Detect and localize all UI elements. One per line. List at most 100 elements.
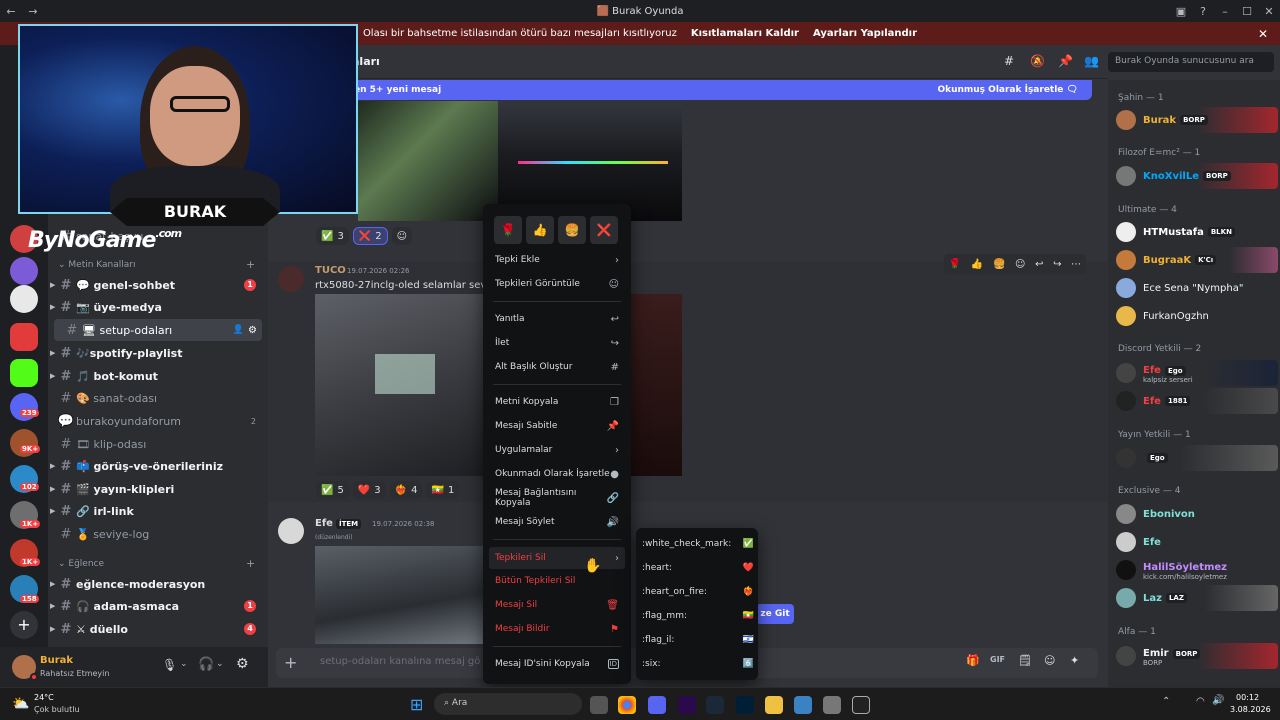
- chevron-down-icon[interactable]: ⌄: [180, 659, 188, 669]
- app-icon[interactable]: [794, 696, 812, 714]
- channel-uye-medya[interactable]: ▶ # 📷 üye-medya: [48, 296, 268, 318]
- mute-icon[interactable]: 🔕: [1030, 54, 1045, 68]
- composer-input[interactable]: setup-odaları kanalına mesaj gö: [320, 656, 480, 667]
- headphones-icon[interactable]: 🎧: [198, 657, 214, 672]
- menu-item-delete-message[interactable]: Mesajı Sil 🗑: [489, 594, 625, 616]
- thumbs-up-icon[interactable]: 👍: [971, 259, 983, 270]
- back-arrow-icon[interactable]: ←: [0, 0, 22, 22]
- attachment-image[interactable]: [358, 101, 498, 221]
- channel-seviye-log[interactable]: # 🏅 seviye-log: [48, 523, 268, 545]
- server-icon[interactable]: [10, 257, 38, 285]
- add-server-icon[interactable]: +: [10, 611, 38, 639]
- member-item[interactable]: FurkanOgzhn: [1114, 303, 1278, 329]
- member-item[interactable]: Efe 1881: [1114, 388, 1278, 414]
- reaction[interactable]: ❌ 2: [352, 227, 388, 245]
- category-text-channels[interactable]: ⌄ Metin Kanalları: [58, 260, 136, 270]
- channel-sanat-odasi[interactable]: # 🎨 sanat-odası: [48, 387, 268, 409]
- member-item[interactable]: Burak BORP: [1114, 107, 1278, 133]
- taskbar-search[interactable]: ⌕ Ara: [434, 693, 582, 715]
- member-item[interactable]: KnoXvilLe BORP: [1114, 163, 1278, 189]
- menu-item-remove-all-reactions[interactable]: Bütün Tepkileri Sil: [489, 570, 625, 592]
- server-icon[interactable]: [10, 323, 38, 351]
- channel-eglence-moderasyon[interactable]: ▶ # eğlence-moderasyon: [48, 573, 268, 595]
- apps-icon[interactable]: ✦: [1070, 654, 1079, 667]
- microphone-icon[interactable]: 🎙: [162, 658, 177, 672]
- quick-reaction[interactable]: 🌹: [494, 216, 522, 244]
- menu-item-remove-reactions[interactable]: Tepkileri Sil ›: [489, 547, 625, 569]
- members-icon[interactable]: 👥: [1084, 54, 1099, 68]
- configure-settings-link[interactable]: Ayarları Yapılandır: [813, 28, 917, 39]
- member-item[interactable]: Emir BORP BORP: [1114, 643, 1278, 669]
- maximize-icon[interactable]: ☐: [1236, 0, 1258, 22]
- quick-reaction[interactable]: ❌: [590, 216, 618, 244]
- attachment-image[interactable]: [631, 294, 682, 476]
- pin-icon[interactable]: 📌: [1058, 54, 1073, 68]
- gear-icon[interactable]: ⚙: [236, 656, 249, 672]
- avatar[interactable]: [278, 518, 304, 544]
- threads-icon[interactable]: #: [1004, 54, 1014, 68]
- channel-adam-asmaca[interactable]: ▶ # 🎧 adam-asmaca 1: [48, 595, 268, 617]
- server-icon[interactable]: [10, 285, 38, 313]
- quick-reaction[interactable]: 🍔: [558, 216, 586, 244]
- gear-icon[interactable]: ⚙: [248, 325, 257, 336]
- attachment-image[interactable]: [315, 294, 483, 476]
- obs-icon[interactable]: [852, 696, 870, 714]
- explorer-icon[interactable]: [765, 696, 783, 714]
- channel-irl-link[interactable]: ▶ # 🔗 irl-link: [48, 500, 268, 522]
- channel-duello[interactable]: ▶ # ⚔ düello 4: [48, 618, 268, 640]
- submenu-item[interactable]: :flag_mm: 🇲🇲: [642, 605, 754, 627]
- submenu-item[interactable]: :flag_il: 🇮🇱: [642, 629, 754, 651]
- channel-setup-odalari[interactable]: # 🖥 setup-odaları 👤 ⚙: [54, 319, 262, 341]
- reaction[interactable]: ❤️‍🔥 4: [389, 481, 423, 499]
- add-reaction-icon[interactable]: ☺: [1015, 259, 1025, 270]
- member-item[interactable]: HalilSöyletmez kick.com/halilsoyletmez: [1114, 557, 1278, 583]
- volume-icon[interactable]: 🔊: [1212, 695, 1224, 706]
- member-item[interactable]: Ego: [1114, 445, 1278, 471]
- add-reaction-icon[interactable]: ☺: [391, 227, 413, 245]
- close-window-icon[interactable]: ✕: [1258, 0, 1280, 22]
- channel-gorus-ve-onerileriniz[interactable]: ▶ # 📫 görüş-ve-önerileriniz: [48, 455, 268, 477]
- channel-burakoyundaforum[interactable]: 💬 burakoyundaforum 2: [48, 410, 268, 432]
- tray-chevron-icon[interactable]: ⌃: [1162, 696, 1170, 707]
- gif-icon[interactable]: GIF: [990, 655, 1005, 664]
- chevron-down-icon[interactable]: ⌄: [216, 659, 224, 669]
- wifi-icon[interactable]: ◠: [1196, 696, 1205, 707]
- submenu-item[interactable]: :white_check_mark: ✅: [642, 533, 754, 555]
- menu-item-reply[interactable]: Yanıtla ↩: [489, 308, 625, 330]
- member-item[interactable]: Efe: [1114, 529, 1278, 555]
- category-eglence[interactable]: ⌄ Eğlence: [58, 559, 104, 569]
- search-input[interactable]: Burak Oyunda sunucusunu ara: [1108, 52, 1274, 72]
- reaction[interactable]: 🇲🇲 1: [426, 481, 460, 499]
- new-messages-bar[interactable]: en 5+ yeni mesaj Okunmuş Olarak İşaretle…: [340, 80, 1092, 100]
- add-attachment-icon[interactable]: +: [284, 653, 297, 672]
- submenu-item[interactable]: :heart_on_fire: ❤️‍🔥: [642, 581, 754, 603]
- member-item[interactable]: Efe Ego kalpsiz serseri: [1114, 360, 1278, 386]
- clock-date[interactable]: 3.08.2026: [1230, 705, 1271, 714]
- minimize-icon[interactable]: –: [1214, 0, 1236, 22]
- member-item[interactable]: HTMustafa BLKN: [1114, 219, 1278, 245]
- emoji-icon[interactable]: ☺: [1044, 654, 1055, 667]
- help-icon[interactable]: ?: [1192, 0, 1214, 22]
- attachment-image[interactable]: [315, 546, 483, 644]
- weather-icon[interactable]: ⛅: [12, 696, 29, 712]
- inbox-icon[interactable]: ▣: [1170, 0, 1192, 22]
- submenu-item[interactable]: :six: 6️⃣: [642, 653, 754, 675]
- forward-arrow-icon[interactable]: →: [22, 0, 44, 22]
- menu-item-copy-link[interactable]: Mesaj Bağlantısını Kopyala 🔗: [489, 487, 625, 509]
- member-item[interactable]: BugraaK K'Cı: [1114, 247, 1278, 273]
- avatar[interactable]: [278, 266, 304, 292]
- photoshop-icon[interactable]: [736, 696, 754, 714]
- more-icon[interactable]: ⋯: [1071, 259, 1081, 270]
- close-icon[interactable]: ✕: [1258, 27, 1268, 41]
- channel-bot-komut[interactable]: ▶ # 🎵 bot-komut: [48, 365, 268, 387]
- member-item[interactable]: Laz LAZ: [1114, 585, 1278, 611]
- jump-button[interactable]: ze Git: [756, 604, 794, 624]
- menu-item-forward[interactable]: İlet ↪: [489, 332, 625, 354]
- menu-item-create-thread[interactable]: Alt Başlık Oluştur #: [489, 356, 625, 378]
- attachment-image[interactable]: [498, 101, 682, 221]
- clock-time[interactable]: 00:12: [1236, 693, 1259, 702]
- menu-item-copy-text[interactable]: Metni Kopyala ❐: [489, 391, 625, 413]
- channel-yayin-klipleri[interactable]: ▶ # 🎬 yayın-klipleri: [48, 478, 268, 500]
- message-author[interactable]: TUCO: [315, 265, 346, 276]
- menu-item-add-reaction[interactable]: Tepki Ekle ›: [489, 249, 625, 271]
